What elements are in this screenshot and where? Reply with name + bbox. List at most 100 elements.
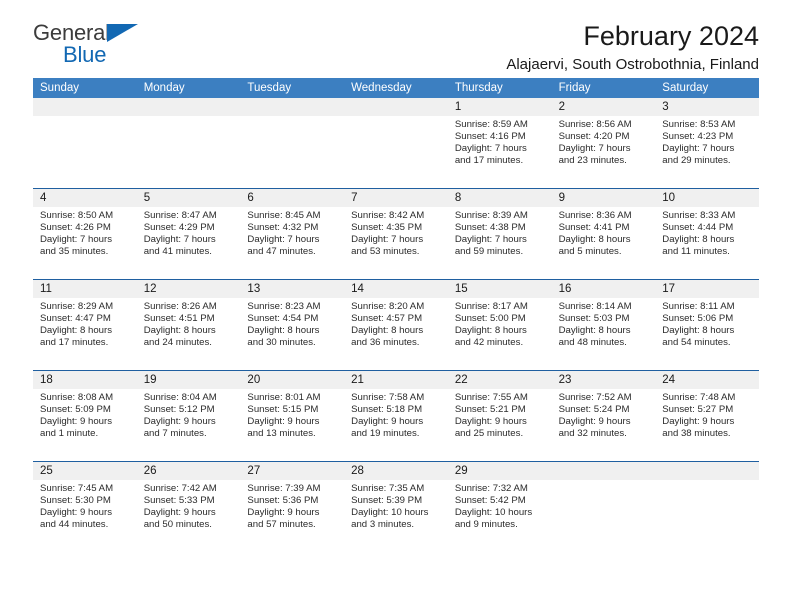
daylight-text-line2: and 57 minutes. (247, 519, 316, 531)
day-cell[interactable]: 12 Sunrise: 8:26 AM Sunset: 4:51 PM Dayligh… (136, 280, 241, 370)
daylight-text-line2: and 44 minutes. (40, 519, 109, 531)
daylight-text-line2: and 41 minutes. (143, 246, 212, 258)
sunrise-text: Sunrise: 8:08 AM (40, 392, 114, 403)
day-cell[interactable]: 27 Sunrise: 7:39 AM Sunset: 5:36 PM Dayligh… (240, 462, 345, 552)
daylight-text-line2: and 54 minutes. (662, 337, 731, 349)
day-cell[interactable]: 26 Sunrise: 7:42 AM Sunset: 5:33 PM Dayligh… (136, 462, 241, 552)
daylight-text-line1: Daylight: 9 hours (558, 416, 631, 428)
daylight-text-line1: Daylight: 9 hours (454, 416, 527, 428)
day-sun-info: Sunrise: 8:29 AM Sunset: 4:47 PM Daylight:… (33, 298, 137, 349)
calendar-week-row: 25 Sunrise: 7:45 AM Sunset: 5:30 PM Dayligh… (33, 461, 759, 552)
day-number: 7 (344, 189, 448, 207)
daylight-text-line1: Daylight: 9 hours (40, 416, 112, 428)
day-cell[interactable]: 23 Sunrise: 7:52 AM Sunset: 5:24 PM Dayligh… (551, 371, 656, 461)
daylight-text-line2: and 11 minutes. (662, 246, 730, 258)
day-cell[interactable]: 3 Sunrise: 8:53 AM Sunset: 4:23 PM Daylight… (655, 98, 759, 188)
day-cell[interactable]: 25 Sunrise: 7:45 AM Sunset: 5:30 PM Dayligh… (33, 462, 137, 552)
daylight-text-line2: and 29 minutes. (662, 155, 731, 167)
page-title: February 2024 (583, 21, 759, 51)
sunrise-text: Sunrise: 8:20 AM (351, 301, 425, 312)
daylight-text-line1: Daylight: 9 hours (662, 416, 735, 428)
day-cell[interactable]: 21 Sunrise: 7:58 AM Sunset: 5:18 PM Dayligh… (344, 371, 448, 461)
day-sun-info: Sunrise: 8:20 AM Sunset: 4:57 PM Daylight:… (344, 298, 448, 349)
day-sun-info: Sunrise: 8:42 AM Sunset: 4:35 PM Daylight:… (344, 207, 448, 258)
day-cell[interactable]: 10 Sunrise: 8:33 AM Sunset: 4:44 PM Dayligh… (655, 189, 759, 279)
day-sun-info: Sunrise: 8:08 AM Sunset: 5:09 PM Daylight:… (33, 389, 137, 440)
day-cell[interactable]: 7 Sunrise: 8:42 AM Sunset: 4:35 PM Daylight… (344, 189, 448, 279)
day-number: 3 (655, 98, 759, 116)
daylight-text-line1: Daylight: 7 hours (143, 234, 216, 246)
daylight-text-line1: Daylight: 8 hours (662, 234, 735, 246)
day-number: 15 (447, 280, 552, 298)
sunset-text: Sunset: 5:06 PM (662, 313, 734, 325)
daylight-text-line1: Daylight: 7 hours (247, 234, 320, 246)
sunset-text: Sunset: 5:36 PM (247, 495, 319, 507)
day-cell[interactable]: 16 Sunrise: 8:14 AM Sunset: 5:03 PM Dayligh… (551, 280, 656, 370)
sunset-text: Sunset: 5:39 PM (351, 495, 423, 507)
day-cell[interactable]: 1 Sunrise: 8:59 AM Sunset: 4:16 PM Daylight… (447, 98, 552, 188)
day-number: 26 (136, 462, 241, 480)
day-sun-info: Sunrise: 7:58 AM Sunset: 5:18 PM Daylight:… (344, 389, 448, 440)
day-number: 29 (447, 462, 552, 480)
daylight-text-line2: and 1 minute. (40, 428, 99, 440)
sunrise-text: Sunrise: 8:29 AM (40, 301, 114, 312)
calendar-week-row: 4 Sunrise: 8:50 AM Sunset: 4:26 PM Daylight… (33, 188, 759, 279)
day-sun-info: Sunrise: 8:53 AM Sunset: 4:23 PM Daylight:… (655, 116, 759, 167)
weekday-saturday: Saturday (662, 82, 709, 94)
day-cell[interactable]: 24 Sunrise: 7:48 AM Sunset: 5:27 PM Dayligh… (655, 371, 759, 461)
general-blue-logo[interactable]: General Blue (33, 22, 233, 74)
weekday-header-row: Sunday Monday Tuesday Wednesday Thursday… (33, 78, 759, 98)
daylight-text-line2: and 24 minutes. (143, 337, 212, 349)
daylight-text-line2: and 25 minutes. (454, 428, 524, 440)
day-cell[interactable]: 19 Sunrise: 8:04 AM Sunset: 5:12 PM Dayligh… (136, 371, 241, 461)
sunset-text: Sunset: 4:47 PM (40, 313, 111, 325)
day-cell-empty (33, 98, 137, 188)
day-number: 9 (551, 189, 656, 207)
sunrise-text: Sunrise: 8:36 AM (558, 210, 632, 221)
day-sun-info: Sunrise: 8:47 AM Sunset: 4:29 PM Daylight:… (137, 207, 241, 258)
logo-text-blue: Blue (63, 42, 107, 67)
daylight-text-line2: and 48 minutes. (558, 337, 627, 349)
day-number (33, 98, 137, 116)
day-cell[interactable]: 2 Sunrise: 8:56 AM Sunset: 4:20 PM Daylight… (551, 98, 656, 188)
day-cell[interactable]: 11 Sunrise: 8:29 AM Sunset: 4:47 PM Dayligh… (33, 280, 137, 370)
sunset-text: Sunset: 5:24 PM (558, 404, 630, 416)
sunrise-text: Sunrise: 8:50 AM (40, 210, 114, 221)
day-cell[interactable]: 18 Sunrise: 8:08 AM Sunset: 5:09 PM Dayligh… (33, 371, 137, 461)
weekday-wednesday: Wednesday (351, 82, 412, 94)
day-cell[interactable]: 6 Sunrise: 8:45 AM Sunset: 4:32 PM Daylight… (240, 189, 345, 279)
day-cell[interactable]: 29 Sunrise: 7:32 AM Sunset: 5:42 PM Dayligh… (447, 462, 552, 552)
day-cell-empty (655, 462, 759, 552)
day-cell[interactable]: 13 Sunrise: 8:23 AM Sunset: 4:54 PM Dayligh… (240, 280, 345, 370)
day-cell[interactable]: 9 Sunrise: 8:36 AM Sunset: 4:41 PM Daylight… (551, 189, 656, 279)
day-cell[interactable]: 20 Sunrise: 8:01 AM Sunset: 5:15 PM Dayligh… (240, 371, 345, 461)
day-cell[interactable]: 17 Sunrise: 8:11 AM Sunset: 5:06 PM Dayligh… (655, 280, 759, 370)
day-number: 21 (344, 371, 448, 389)
page-subtitle: Alajaervi, South Ostrobothnia, Finland (506, 56, 759, 74)
sunset-text: Sunset: 4:20 PM (558, 131, 630, 143)
daylight-text-line2: and 53 minutes. (351, 246, 420, 258)
day-number: 22 (447, 371, 552, 389)
sunrise-text: Sunrise: 8:56 AM (558, 119, 632, 130)
day-number: 20 (240, 371, 345, 389)
day-number: 5 (136, 189, 241, 207)
day-cell[interactable]: 22 Sunrise: 7:55 AM Sunset: 5:21 PM Dayligh… (447, 371, 552, 461)
day-cell[interactable]: 28 Sunrise: 7:35 AM Sunset: 5:39 PM Dayligh… (344, 462, 448, 552)
sunrise-text: Sunrise: 8:01 AM (247, 392, 321, 403)
daylight-text-line2: and 5 minutes. (558, 246, 622, 258)
daylight-text-line1: Daylight: 8 hours (40, 325, 112, 337)
sunrise-text: Sunrise: 7:32 AM (454, 483, 528, 494)
day-sun-info: Sunrise: 7:32 AM Sunset: 5:42 PM Daylight:… (448, 480, 552, 531)
sunrise-text: Sunrise: 7:35 AM (351, 483, 425, 494)
day-cell[interactable]: 4 Sunrise: 8:50 AM Sunset: 4:26 PM Daylight… (33, 189, 137, 279)
day-number: 28 (344, 462, 448, 480)
day-cell[interactable]: 15 Sunrise: 8:17 AM Sunset: 5:00 PM Dayligh… (447, 280, 552, 370)
logo-text-general: General (33, 20, 110, 45)
day-cell-empty (551, 462, 656, 552)
day-cell[interactable]: 14 Sunrise: 8:20 AM Sunset: 4:57 PM Dayligh… (344, 280, 448, 370)
day-cell[interactable]: 5 Sunrise: 8:47 AM Sunset: 4:29 PM Daylight… (136, 189, 241, 279)
day-cell[interactable]: 8 Sunrise: 8:39 AM Sunset: 4:38 PM Daylight… (447, 189, 552, 279)
sunset-text: Sunset: 4:38 PM (454, 222, 526, 234)
sunrise-text: Sunrise: 7:45 AM (40, 483, 114, 494)
sunrise-text: Sunrise: 8:04 AM (143, 392, 217, 403)
